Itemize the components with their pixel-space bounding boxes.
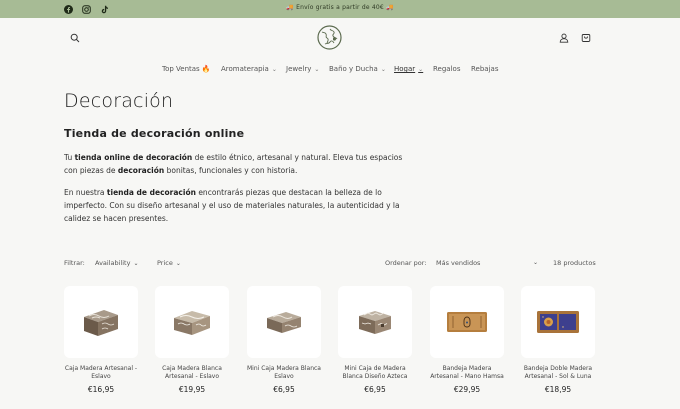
chevron-down-icon: ⌄: [271, 65, 277, 73]
store-logo[interactable]: [316, 25, 343, 50]
product-name[interactable]: Caja Madera Artesanal - Eslavo: [64, 365, 138, 381]
nav-label: Jewelry: [286, 65, 312, 73]
product-name[interactable]: Mini Caja Madera Blanca Eslavo: [247, 365, 321, 381]
nav-jewelry[interactable]: Jewelry ⌄: [286, 64, 319, 74]
nav-label: Rebajas: [471, 65, 499, 73]
chevron-down-icon: ⌄: [380, 65, 386, 73]
product-price: €16,95: [87, 385, 115, 394]
product-name[interactable]: Mini Caja de Madera Blanca Diseño Azteca: [338, 365, 412, 381]
product-price: €18,95: [544, 385, 572, 394]
product-image[interactable]: [338, 286, 412, 358]
sort-value: Más vendidos: [436, 259, 481, 267]
nav-label: Top Ventas 🔥: [162, 65, 211, 73]
announcement-text: 🚚 Envío gratis a partir de 40€ 🚚: [286, 4, 394, 11]
chevron-down-icon: ⌄: [314, 65, 320, 73]
product-card[interactable]: Bandeja Madera Artesanal - Mano Hamsa €2…: [430, 286, 504, 394]
product-image[interactable]: [64, 286, 138, 358]
product-image[interactable]: [247, 286, 321, 358]
nav-label: Hogar: [394, 65, 416, 73]
product-card[interactable]: Mini Caja de Madera Blanca Diseño Azteca…: [338, 286, 412, 394]
nav-aromaterapia[interactable]: Aromaterapia ⌄: [221, 64, 277, 74]
description-paragraph-2: En nuestra tienda de decoración encontra…: [64, 188, 400, 223]
nav-regalos[interactable]: Regalos: [433, 64, 460, 74]
product-price: €6,95: [364, 385, 386, 394]
product-image[interactable]: [155, 286, 229, 358]
nav-label: Regalos: [433, 65, 461, 73]
sort-select[interactable]: Más vendidos ⌄: [436, 259, 538, 267]
product-image[interactable]: [521, 286, 595, 358]
product-name[interactable]: Bandeja Doble Madera Artesanal - Sol & L…: [521, 365, 595, 381]
chevron-down-icon: ⌄: [175, 260, 181, 267]
product-name[interactable]: Bandeja Madera Artesanal - Mano Hamsa: [430, 365, 504, 381]
nav-label: Aromaterapia: [221, 65, 269, 73]
search-icon[interactable]: [68, 31, 82, 45]
chevron-down-icon: ⌄: [532, 259, 538, 266]
product-price: €19,95: [178, 385, 206, 394]
nav-label: Baño y Ducha: [329, 65, 378, 73]
product-image[interactable]: [430, 286, 504, 358]
page-subtitle: Tienda de decoración online: [64, 127, 245, 140]
page-title: Decoración: [64, 90, 174, 112]
account-icon[interactable]: [557, 31, 571, 45]
availability-label: Availability: [95, 259, 131, 267]
nav-bano-y-ducha[interactable]: Baño y Ducha ⌄: [329, 64, 386, 74]
chevron-down-icon: ⌄: [133, 260, 139, 267]
sort-label: Ordenar por:: [385, 259, 427, 267]
nav-rebajas[interactable]: Rebajas: [471, 64, 498, 74]
nav-top-ventas[interactable]: Top Ventas 🔥: [162, 64, 211, 74]
filter-label: Filtrar:: [64, 259, 85, 267]
cart-icon[interactable]: [579, 31, 593, 45]
product-count: 18 productos: [553, 259, 596, 267]
product-price: €6,95: [273, 385, 295, 394]
product-price: €29,95: [453, 385, 481, 394]
chevron-down-icon: ⌄: [418, 65, 424, 73]
description-paragraph-1: Tu tienda online de decoración de estilo…: [64, 153, 403, 175]
product-name[interactable]: Caja Madera Blanca Artesanal - Eslavo: [155, 365, 229, 381]
nav-hogar[interactable]: Hogar ⌄: [394, 64, 423, 74]
price-label: Price: [157, 259, 173, 267]
announcement-bar: 🚚 Envío gratis a partir de 40€ 🚚: [0, 0, 680, 18]
product-card[interactable]: Bandeja Doble Madera Artesanal - Sol & L…: [521, 286, 595, 394]
availability-filter[interactable]: Availability ⌄: [95, 259, 138, 267]
product-card[interactable]: Caja Madera Blanca Artesanal - Eslavo €1…: [155, 286, 229, 394]
product-card[interactable]: Caja Madera Artesanal - Eslavo €16,95: [64, 286, 138, 394]
price-filter[interactable]: Price ⌄: [157, 259, 181, 267]
product-card[interactable]: Mini Caja Madera Blanca Eslavo €6,95: [247, 286, 321, 394]
